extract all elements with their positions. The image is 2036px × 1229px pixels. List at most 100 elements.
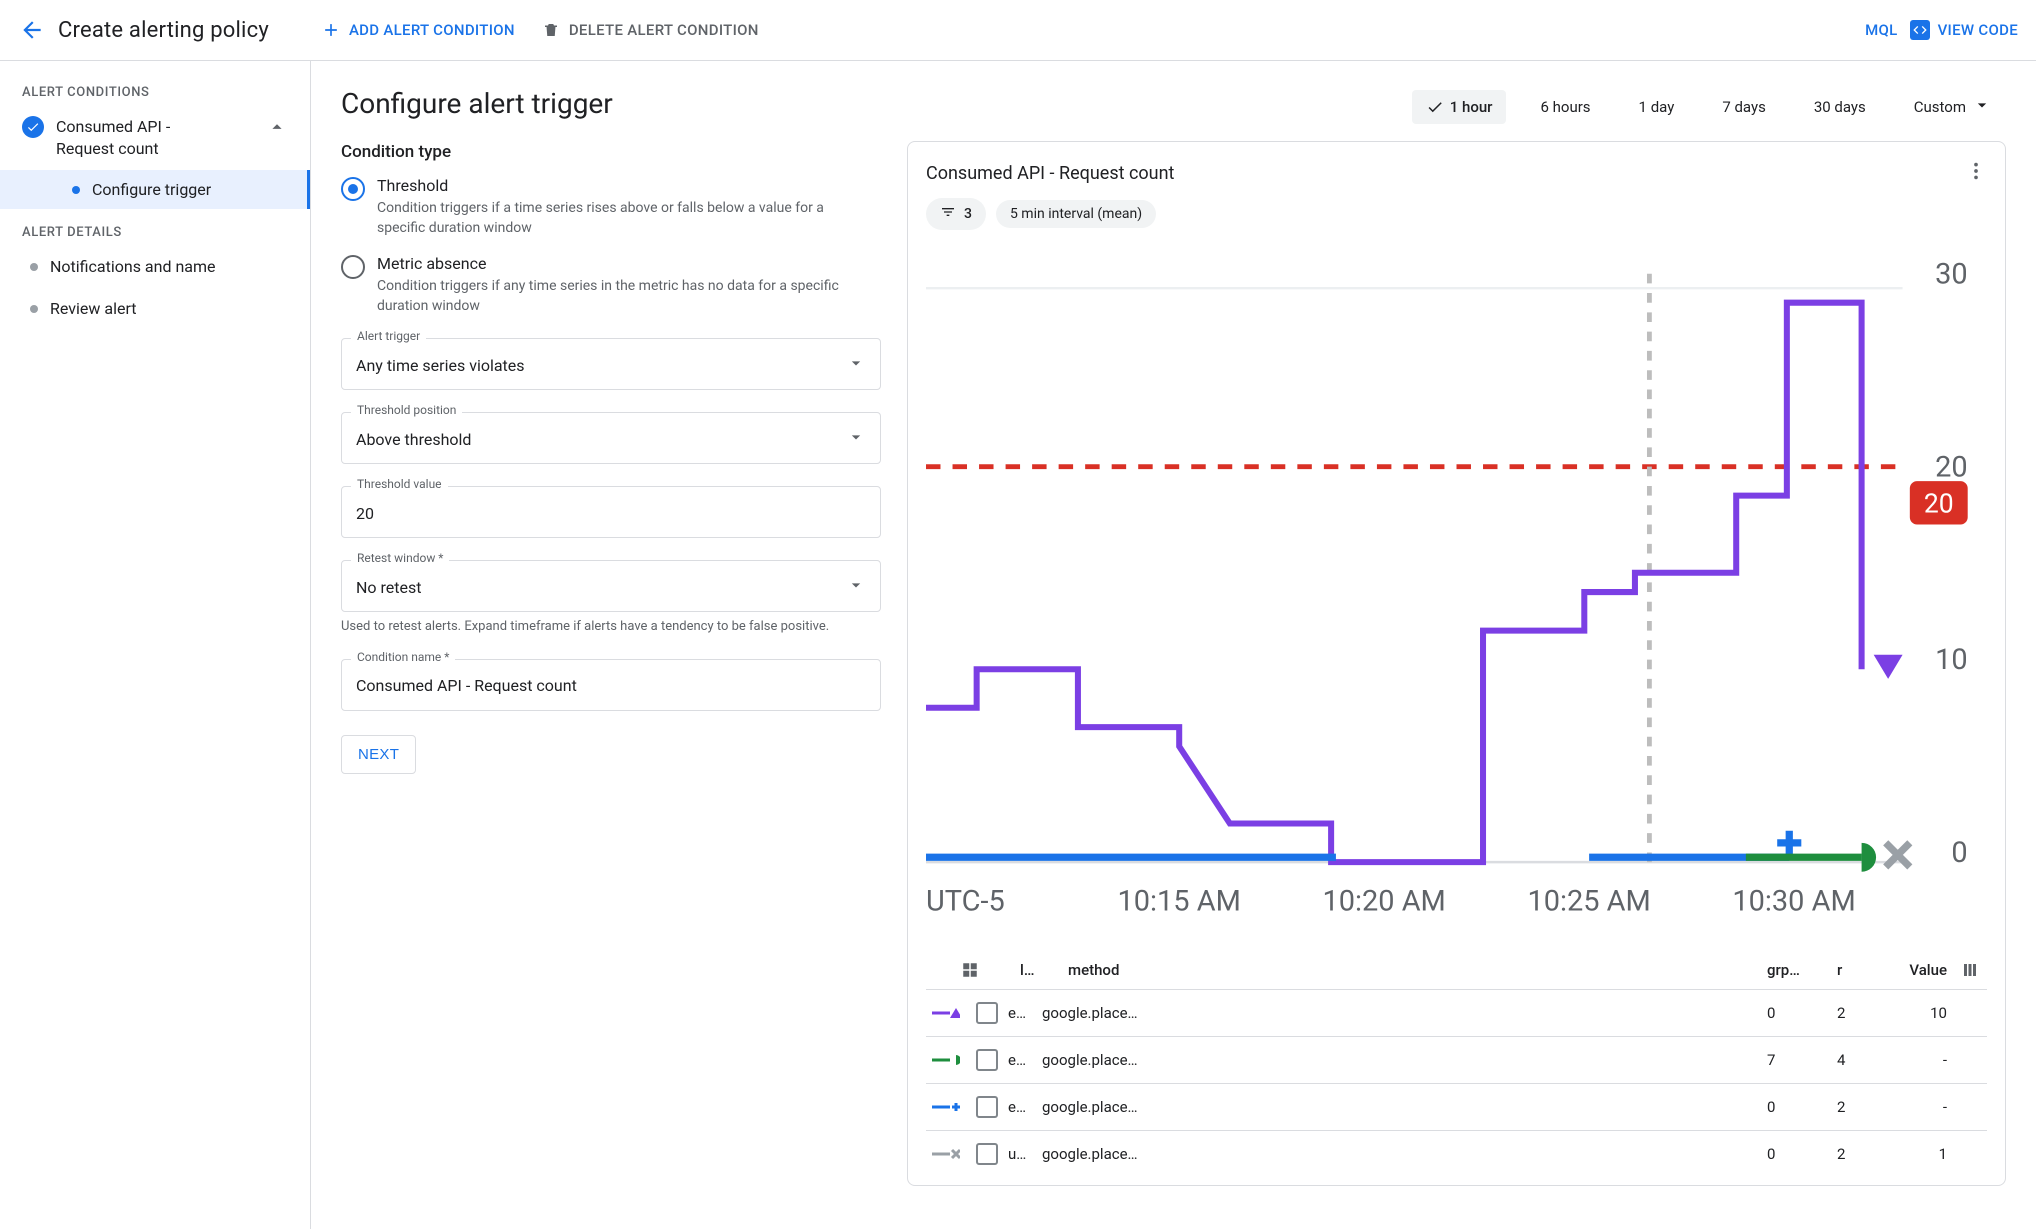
bullet-icon	[30, 305, 38, 313]
range-1day[interactable]: 1 day	[1625, 90, 1689, 124]
condition-name-field[interactable]: Condition name * Consumed API - Request …	[341, 659, 881, 711]
sidebar-heading-details: ALERT DETAILS	[0, 219, 310, 246]
sidebar-item-condition-label: Consumed API - Request count	[56, 116, 226, 160]
retest-helper: Used to retest alerts. Expand timeframe …	[341, 618, 841, 636]
row-grp: 0	[1767, 1098, 1827, 1116]
mql-button[interactable]: MQL	[1865, 21, 1897, 39]
alert-trigger-field[interactable]: Alert trigger Any time series violates	[341, 338, 881, 390]
sidebar-heading-conditions: ALERT CONDITIONS	[0, 79, 310, 106]
col-r[interactable]: r	[1837, 961, 1857, 979]
radio-metric-absence[interactable]	[341, 255, 365, 279]
svg-text:30: 30	[1935, 257, 1968, 291]
row-checkbox[interactable]	[976, 1143, 998, 1165]
range-7days[interactable]: 7 days	[1708, 90, 1780, 124]
series-table-header: l… method grp… r Value	[926, 953, 1987, 989]
sidebar-item-review[interactable]: Review alert	[0, 288, 310, 330]
option-threshold-desc: Condition triggers if a time series rise…	[377, 199, 847, 238]
alert-trigger-label: Alert trigger	[351, 329, 426, 343]
option-threshold-title: Threshold	[377, 176, 847, 195]
col-value[interactable]: Value	[1867, 961, 1947, 979]
row-grp: 0	[1767, 1145, 1827, 1163]
add-alert-condition-button[interactable]: ADD ALERT CONDITION	[321, 20, 515, 40]
row-value: -	[1867, 1051, 1947, 1069]
columns-icon[interactable]	[1957, 961, 1983, 979]
preview-panel: 1 hour 6 hours 1 day 7 days 30 days Cust…	[907, 87, 2006, 1203]
table-row: e… google.place… 0 2 10	[926, 989, 1987, 1036]
delete-alert-condition-button[interactable]: DELETE ALERT CONDITION	[541, 20, 759, 40]
condition-type-heading: Condition type	[341, 142, 881, 162]
back-button[interactable]	[18, 16, 46, 44]
grid-icon[interactable]	[930, 961, 1010, 979]
row-checkbox[interactable]	[976, 1002, 998, 1024]
time-range-row: 1 hour 6 hours 1 day 7 days 30 days Cust…	[907, 87, 2006, 127]
radio-threshold[interactable]	[341, 177, 365, 201]
bullet-icon	[30, 263, 38, 271]
chevron-up-icon[interactable]	[266, 116, 288, 142]
condition-name-label: Condition name *	[351, 650, 455, 664]
row-method: google.place…	[1042, 1004, 1757, 1022]
range-custom[interactable]: Custom	[1900, 87, 2006, 127]
filter-count: 3	[964, 206, 972, 222]
range-1hour[interactable]: 1 hour	[1412, 90, 1507, 124]
interval-chip[interactable]: 5 min interval (mean)	[996, 200, 1156, 228]
row-e: u…	[1008, 1145, 1032, 1163]
row-r: 4	[1837, 1051, 1857, 1069]
mql-label: MQL	[1865, 21, 1897, 39]
svg-text:10:20 AM: 10:20 AM	[1322, 884, 1445, 918]
option-threshold[interactable]: Threshold Condition triggers if a time s…	[341, 176, 881, 238]
chart-svg: 30 20 10 0 20	[926, 240, 1987, 939]
retest-window-field[interactable]: Retest window * No retest	[341, 560, 881, 612]
chart-title: Consumed API - Request count	[926, 163, 1174, 184]
series-marker-blue	[930, 1100, 960, 1114]
row-e: e…	[1008, 1004, 1032, 1022]
sidebar: ALERT CONDITIONS Consumed API - Request …	[0, 61, 311, 1229]
threshold-value-value: 20	[356, 504, 374, 523]
sidebar-item-condition[interactable]: Consumed API - Request count	[0, 106, 310, 170]
row-method: google.place…	[1042, 1145, 1757, 1163]
row-checkbox[interactable]	[976, 1049, 998, 1071]
filter-chip[interactable]: 3	[926, 198, 986, 230]
svg-text:10:25 AM: 10:25 AM	[1527, 884, 1650, 918]
range-6hours[interactable]: 6 hours	[1526, 90, 1604, 124]
alert-trigger-value: Any time series violates	[356, 356, 525, 375]
option-metric-absence-title: Metric absence	[377, 254, 847, 273]
option-metric-absence-desc: Condition triggers if any time series in…	[377, 277, 847, 316]
series-marker-gray	[930, 1147, 960, 1161]
chart-menu-button[interactable]	[1965, 160, 1987, 186]
sidebar-sub-configure-trigger[interactable]: Configure trigger	[0, 170, 310, 209]
range-30days[interactable]: 30 days	[1800, 90, 1880, 124]
form-panel: Configure alert trigger Condition type T…	[341, 87, 881, 1203]
table-row: u… google.place… 0 2 1	[926, 1130, 1987, 1177]
col-method[interactable]: method	[1068, 961, 1757, 979]
row-r: 2	[1837, 1098, 1857, 1116]
col-grp[interactable]: grp…	[1767, 961, 1827, 979]
check-icon	[1426, 98, 1444, 116]
col-l[interactable]: l…	[1020, 961, 1058, 979]
retest-window-value: No retest	[356, 578, 421, 597]
row-e: e…	[1008, 1051, 1032, 1069]
svg-text:10:15 AM: 10:15 AM	[1118, 884, 1241, 918]
threshold-position-field[interactable]: Threshold position Above threshold	[341, 412, 881, 464]
top-bar: Create alerting policy ADD ALERT CONDITI…	[0, 0, 2036, 61]
threshold-position-value: Above threshold	[356, 430, 471, 449]
page-title: Create alerting policy	[58, 18, 269, 43]
row-grp: 7	[1767, 1051, 1827, 1069]
row-value: 10	[1867, 1004, 1947, 1022]
code-icon	[1910, 20, 1930, 40]
check-circle-icon	[22, 116, 44, 138]
row-method: google.place…	[1042, 1051, 1757, 1069]
series-marker-green	[930, 1053, 960, 1067]
threshold-value-field[interactable]: Threshold value 20	[341, 486, 881, 538]
option-metric-absence[interactable]: Metric absence Condition triggers if any…	[341, 254, 881, 316]
view-code-button[interactable]: VIEW CODE	[1910, 20, 2018, 40]
table-row: e… google.place… 0 2 -	[926, 1083, 1987, 1130]
row-e: e…	[1008, 1098, 1032, 1116]
svg-text:20: 20	[1935, 450, 1968, 484]
threshold-value-label: Threshold value	[351, 477, 448, 491]
svg-text:20: 20	[1924, 488, 1954, 519]
row-checkbox[interactable]	[976, 1096, 998, 1118]
next-button[interactable]: NEXT	[341, 735, 416, 774]
sidebar-item-notifications-label: Notifications and name	[50, 256, 216, 278]
svg-text:UTC-5: UTC-5	[926, 884, 1005, 918]
sidebar-item-notifications[interactable]: Notifications and name	[0, 246, 310, 288]
